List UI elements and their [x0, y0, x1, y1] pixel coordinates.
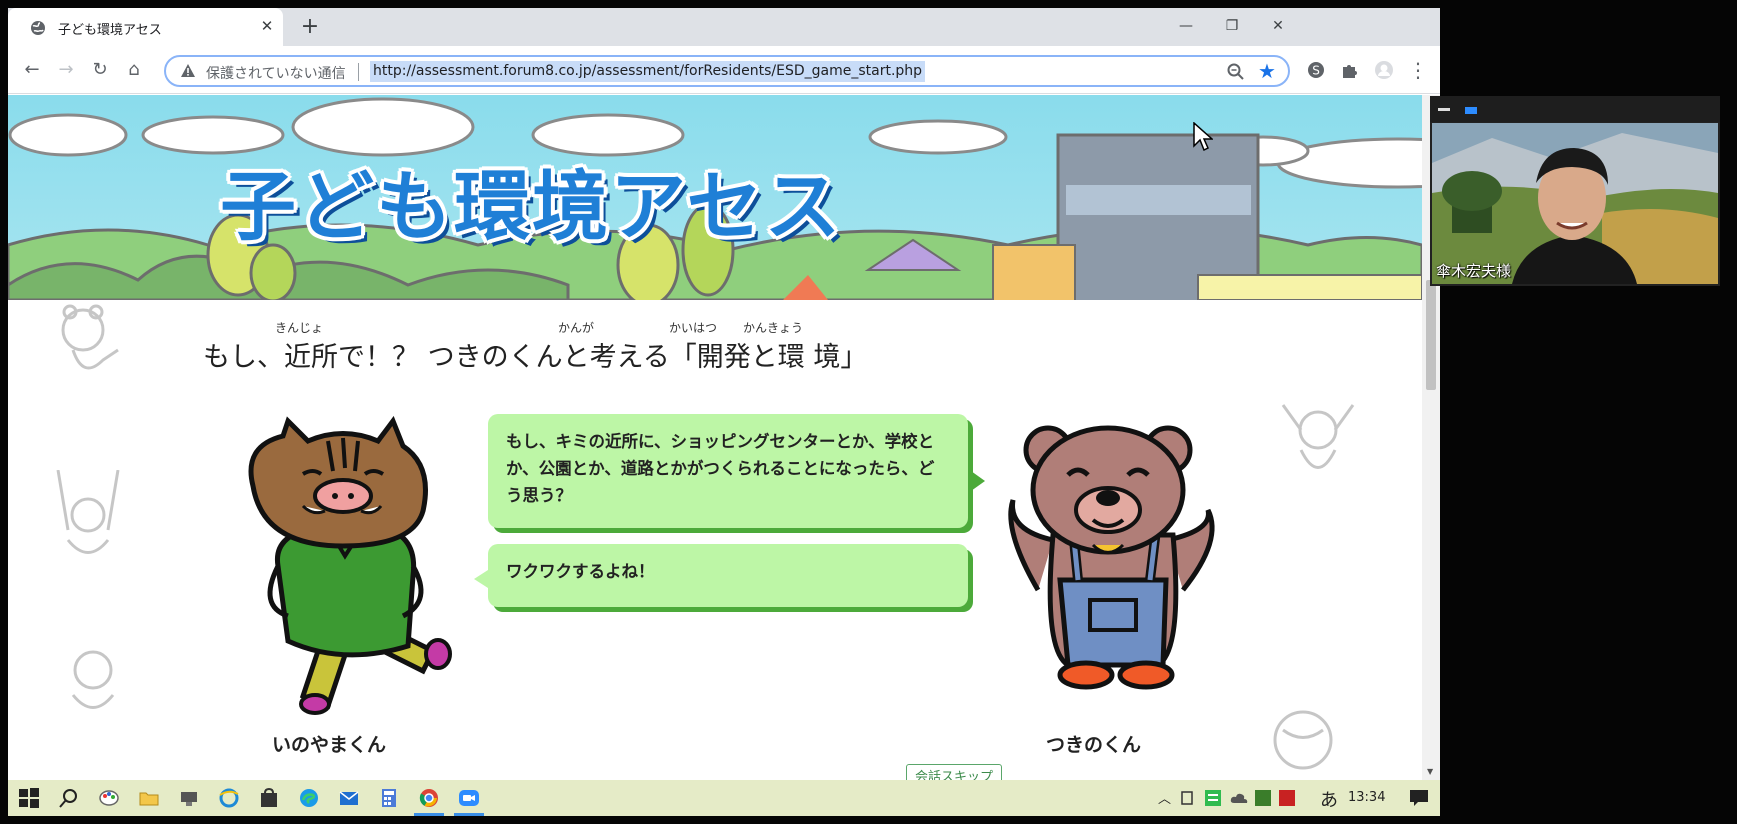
- minimize-video-icon[interactable]: [1438, 108, 1450, 111]
- tsukino-kun-bear-character: [1008, 425, 1215, 690]
- warning-icon[interactable]: [180, 63, 196, 79]
- system-clock[interactable]: 13:34: [1348, 790, 1385, 805]
- tab-strip: 子ども環境アセス ✕ + — ❐ ✕: [8, 8, 1440, 46]
- video-call-tile[interactable]: 傘木宏夫様: [1430, 96, 1720, 286]
- address-bar[interactable]: 保護されていない通信 http://assessment.forum8.co.j…: [164, 55, 1290, 87]
- file-explorer-icon[interactable]: [138, 787, 160, 809]
- character-name-tsukino: つきのくん: [1046, 734, 1142, 756]
- ruby-kankyou: かんきょう: [743, 321, 804, 335]
- decorative-bear-icon: [1281, 404, 1355, 469]
- minimize-button[interactable]: —: [1166, 14, 1206, 38]
- svg-text:S: S: [1312, 64, 1320, 78]
- dialogue-line-1: もし、キミの近所に、ショッピングセンターとか、学校とか、公園とか、道路とかがつく…: [506, 432, 935, 505]
- paint-app-icon[interactable]: [98, 787, 120, 809]
- onedrive-cloud-icon[interactable]: [1230, 789, 1248, 807]
- tray-overflow-icon[interactable]: ︿: [1158, 788, 1171, 807]
- windows-taskbar: ︿ あ 13:34: [8, 780, 1440, 816]
- page-heading: もし、近所で！？ つきのくんと考える「開発と環 境」 きんじょ かんが かいはつ…: [203, 309, 963, 373]
- scrollbar-thumb[interactable]: [1426, 280, 1436, 390]
- tab-close-icon[interactable]: ✕: [258, 17, 276, 35]
- zoom-active-indicator: [454, 813, 484, 816]
- mail-icon[interactable]: [338, 787, 360, 809]
- reload-button[interactable]: ↻: [88, 58, 112, 82]
- ruby-kaihatsu: かいはつ: [669, 321, 718, 335]
- decorative-globe-icon: [1273, 710, 1333, 770]
- chrome-icon[interactable]: [418, 787, 440, 809]
- tray-green-app-icon[interactable]: [1204, 789, 1222, 807]
- store-icon[interactable]: [258, 787, 280, 809]
- skip-dialogue-button[interactable]: 会話スキップ: [906, 764, 1003, 780]
- windows-start-icon[interactable]: [18, 787, 40, 809]
- decorative-bear-icon: [61, 304, 119, 370]
- tab-title: 子ども環境アセス: [58, 23, 162, 38]
- maximize-button[interactable]: ❐: [1212, 14, 1252, 38]
- speech-bubble-tail: [474, 570, 488, 588]
- ruby-kinjo: きんじょ: [275, 321, 324, 335]
- calculator-icon[interactable]: [378, 787, 400, 809]
- ruby-kanga: かんが: [558, 321, 595, 335]
- tray-red-app-icon[interactable]: [1278, 789, 1296, 807]
- forward-button[interactable]: →: [54, 58, 78, 82]
- inoyama-kun-boar-character: [248, 416, 452, 715]
- speech-bubble-tail: [971, 471, 985, 491]
- video-view-icon[interactable]: [1465, 107, 1477, 114]
- url-text[interactable]: http://assessment.forum8.co.jp/assessmen…: [370, 61, 926, 82]
- video-tile-toolbar: [1430, 96, 1720, 122]
- site-logo-title[interactable]: 子ども環境アセス: [220, 145, 842, 255]
- profile-avatar-icon[interactable]: [1374, 60, 1394, 80]
- desktop: 子ども環境アセス ✕ + — ❐ ✕ ← → ↻ ⌂ 保護されていない通信 ht…: [0, 0, 1737, 824]
- edge-browser-icon[interactable]: [298, 787, 320, 809]
- back-button[interactable]: ←: [20, 58, 44, 82]
- participant-name: 傘木宏夫様: [1436, 262, 1512, 280]
- search-icon[interactable]: [58, 787, 80, 809]
- globe-icon: [31, 21, 45, 35]
- browser-tab-active[interactable]: 子ども環境アセス ✕: [8, 8, 283, 46]
- speech-bubble-1: もし、キミの近所に、ショッピングセンターとか、学校とか、公園とか、道路とかがつく…: [488, 414, 968, 528]
- browser-window: 子ども環境アセス ✕ + — ❐ ✕ ← → ↻ ⌂ 保護されていない通信 ht…: [8, 8, 1440, 780]
- bookmark-star-icon[interactable]: ★: [1258, 59, 1276, 83]
- skype-extension-icon[interactable]: S: [1306, 60, 1326, 80]
- dialogue-line-2: ワクワクするよね！: [506, 562, 655, 581]
- tray-meet-icon[interactable]: [1180, 790, 1196, 806]
- browser-menu-icon[interactable]: ⋮: [1406, 58, 1430, 82]
- omnibox-divider: [358, 63, 359, 81]
- close-window-button[interactable]: ✕: [1258, 14, 1298, 38]
- browser-toolbar: ← → ↻ ⌂ 保護されていない通信 http://assessment.for…: [8, 46, 1440, 94]
- scroll-down-arrow-icon[interactable]: ▼: [1427, 767, 1433, 776]
- zoom-icon[interactable]: [1226, 62, 1246, 82]
- ime-indicator[interactable]: あ: [1320, 786, 1338, 812]
- page-heading-text: もし、近所で！？ つきのくんと考える「開発と環 境」: [203, 342, 868, 373]
- speech-bubble-2: ワクワクするよね！: [488, 544, 968, 607]
- home-button[interactable]: ⌂: [122, 58, 146, 82]
- security-status-text[interactable]: 保護されていない通信: [206, 63, 346, 83]
- chrome-active-indicator: [414, 813, 444, 816]
- mouse-cursor-icon: [1193, 122, 1213, 152]
- notifications-icon[interactable]: [1408, 787, 1430, 809]
- internet-explorer-icon[interactable]: [218, 787, 240, 809]
- extensions-puzzle-icon[interactable]: [1340, 60, 1360, 80]
- nvidia-icon[interactable]: [1254, 789, 1272, 807]
- zoom-app-icon[interactable]: [458, 787, 480, 809]
- new-tab-button[interactable]: +: [298, 16, 322, 40]
- decorative-bear-swing-icon: [56, 470, 120, 554]
- network-app-icon[interactable]: [178, 787, 200, 809]
- decorative-bear-icon: [71, 650, 115, 709]
- character-name-inoyama: いのやまくん: [272, 734, 387, 756]
